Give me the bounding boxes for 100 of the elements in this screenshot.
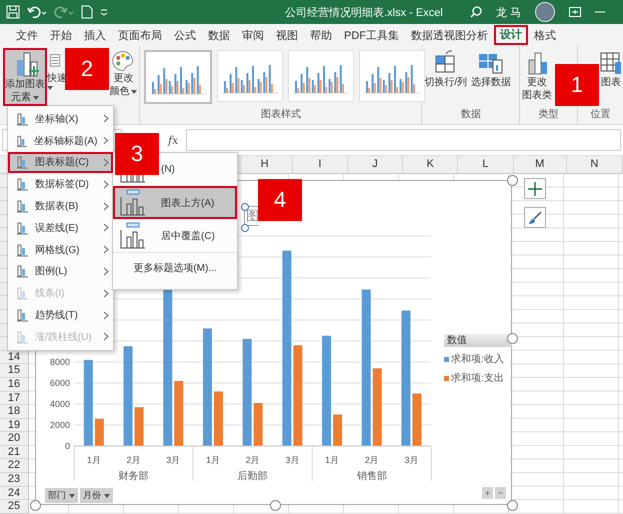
ribbon-tab[interactable]: 数据透视图分析 bbox=[405, 25, 494, 45]
chevron-icon bbox=[103, 136, 109, 146]
column-header[interactable]: K bbox=[403, 156, 458, 173]
ribbon-button[interactable]: 更改 图表类 bbox=[520, 48, 554, 104]
search-icon[interactable] bbox=[470, 6, 482, 18]
ribbon-tab[interactable]: 插入 bbox=[78, 25, 112, 45]
row-header[interactable]: 23 bbox=[0, 473, 28, 487]
ribbon-tab[interactable]: 文件 bbox=[10, 25, 44, 45]
row-header[interactable]: 20 bbox=[0, 432, 28, 446]
bar bbox=[174, 380, 184, 446]
ribbon-tab[interactable]: 视图 bbox=[270, 25, 304, 45]
menu-item[interactable]: 坐标轴标题(A) bbox=[8, 130, 113, 152]
legend-label: 求和项:收入 bbox=[451, 352, 504, 366]
group-label: 销售部 bbox=[356, 471, 387, 482]
chart-element-icon bbox=[16, 242, 29, 257]
chart-element-icon bbox=[16, 155, 29, 170]
resize-handle[interactable] bbox=[507, 500, 518, 511]
category-label: 1月 bbox=[206, 455, 220, 465]
expand-collapse-button[interactable]: + bbox=[482, 487, 493, 499]
save-icon[interactable] bbox=[6, 5, 20, 19]
row-header[interactable]: 16 bbox=[0, 378, 28, 392]
row-header[interactable]: 19 bbox=[0, 418, 28, 432]
chevron-icon bbox=[103, 266, 109, 276]
row-header[interactable]: 17 bbox=[0, 392, 28, 406]
category-label: 2月 bbox=[246, 455, 260, 465]
ribbon-tab[interactable]: 帮助 bbox=[304, 25, 338, 45]
row-header[interactable]: 18 bbox=[0, 405, 28, 419]
step-badge: 1 bbox=[555, 64, 599, 106]
caret-icon bbox=[69, 494, 75, 498]
step-badge: 2 bbox=[65, 48, 109, 90]
customize-caret-icon[interactable] bbox=[100, 8, 108, 16]
ribbon-display-icon[interactable] bbox=[569, 7, 581, 17]
function-label[interactable]: fx bbox=[168, 134, 178, 146]
bar bbox=[94, 418, 104, 446]
chart-element-icon bbox=[16, 177, 29, 192]
ribbon-tab[interactable]: 公式 bbox=[168, 25, 202, 45]
field-button[interactable]: 部门 bbox=[45, 488, 78, 503]
menu-item[interactable]: 居中覆盖(C) bbox=[113, 219, 237, 252]
new-file-icon[interactable] bbox=[81, 5, 93, 19]
row-header[interactable]: 25 bbox=[0, 500, 28, 514]
bar bbox=[134, 407, 144, 446]
chart-element-icon bbox=[16, 308, 29, 322]
ribbon-tab[interactable]: 审阅 bbox=[236, 25, 270, 45]
expand-collapse-button[interactable]: − bbox=[495, 487, 506, 499]
caret-icon bbox=[104, 494, 110, 498]
ribbon-tab[interactable]: 开始 bbox=[44, 25, 78, 45]
chevron-icon bbox=[103, 245, 109, 254]
row-header[interactable]: 24 bbox=[0, 486, 28, 500]
window-title: 公司经营情况明细表.xlsx - Excel bbox=[284, 6, 444, 20]
column-header[interactable]: M bbox=[514, 156, 567, 173]
column-header[interactable]: I bbox=[292, 156, 348, 173]
category-label: 3月 bbox=[166, 455, 180, 465]
selection-handle[interactable] bbox=[241, 224, 249, 232]
legend-title: 数值 bbox=[444, 334, 512, 347]
axis-label: 2000 bbox=[50, 420, 70, 430]
ribbon-tab[interactable]: 格式 bbox=[528, 25, 562, 45]
plus-icon bbox=[528, 182, 542, 196]
selection-handle[interactable] bbox=[241, 203, 249, 211]
chevron-icon bbox=[103, 288, 109, 298]
group-label: 财务部 bbox=[118, 471, 149, 482]
category-label: 3月 bbox=[404, 455, 418, 465]
user-name: 龙 马 bbox=[496, 6, 521, 20]
ribbon-button[interactable]: 图表 bbox=[599, 48, 623, 91]
group-label: 位置 bbox=[589, 108, 612, 122]
field-button[interactable]: 月份 bbox=[80, 488, 113, 503]
chevron-icon bbox=[103, 180, 109, 189]
column-header[interactable]: N bbox=[566, 156, 623, 173]
ribbon-button[interactable]: 选择数据 bbox=[469, 48, 514, 91]
ribbon-button[interactable]: 切换行/列 bbox=[422, 48, 470, 91]
resize-handle[interactable] bbox=[507, 175, 518, 186]
chevron-icon bbox=[103, 223, 109, 232]
axis-label: 8000 bbox=[50, 357, 70, 367]
category-label: 3月 bbox=[285, 455, 300, 465]
bar bbox=[214, 391, 223, 446]
column-header[interactable]: L bbox=[458, 156, 514, 173]
menu-item[interactable]: 更多标题选项(M)... bbox=[113, 252, 237, 282]
resize-handle[interactable] bbox=[270, 500, 281, 511]
category-label: 1月 bbox=[86, 455, 101, 465]
legend-label: 求和项:支出 bbox=[451, 372, 504, 385]
chart-elements-button[interactable] bbox=[524, 178, 546, 199]
row-header[interactable]: 15 bbox=[0, 364, 28, 378]
chart-title-icon bbox=[119, 188, 147, 216]
row-header[interactable]: 22 bbox=[0, 459, 28, 474]
undo-icon[interactable] bbox=[27, 5, 47, 19]
ribbon-tab[interactable]: 数据 bbox=[202, 25, 236, 45]
category-label: 2月 bbox=[126, 455, 141, 465]
menu-item[interactable]: 坐标轴(X) bbox=[8, 108, 113, 130]
avatar[interactable] bbox=[535, 2, 555, 22]
group-label: 图表样式 bbox=[260, 108, 302, 122]
chevron-icon bbox=[103, 310, 109, 320]
row-header[interactable]: 21 bbox=[0, 446, 28, 460]
column-header[interactable]: J bbox=[348, 156, 404, 173]
ribbon-tab[interactable]: 页面布局 bbox=[112, 25, 168, 45]
formula-input[interactable] bbox=[186, 129, 621, 151]
chart-element-icon bbox=[16, 199, 29, 214]
ribbon-tab[interactable]: PDF工具集 bbox=[338, 25, 405, 45]
resize-handle[interactable] bbox=[30, 500, 41, 511]
chart-styles-button[interactable] bbox=[524, 207, 546, 228]
bar bbox=[333, 414, 342, 446]
resize-handle[interactable] bbox=[507, 333, 518, 344]
